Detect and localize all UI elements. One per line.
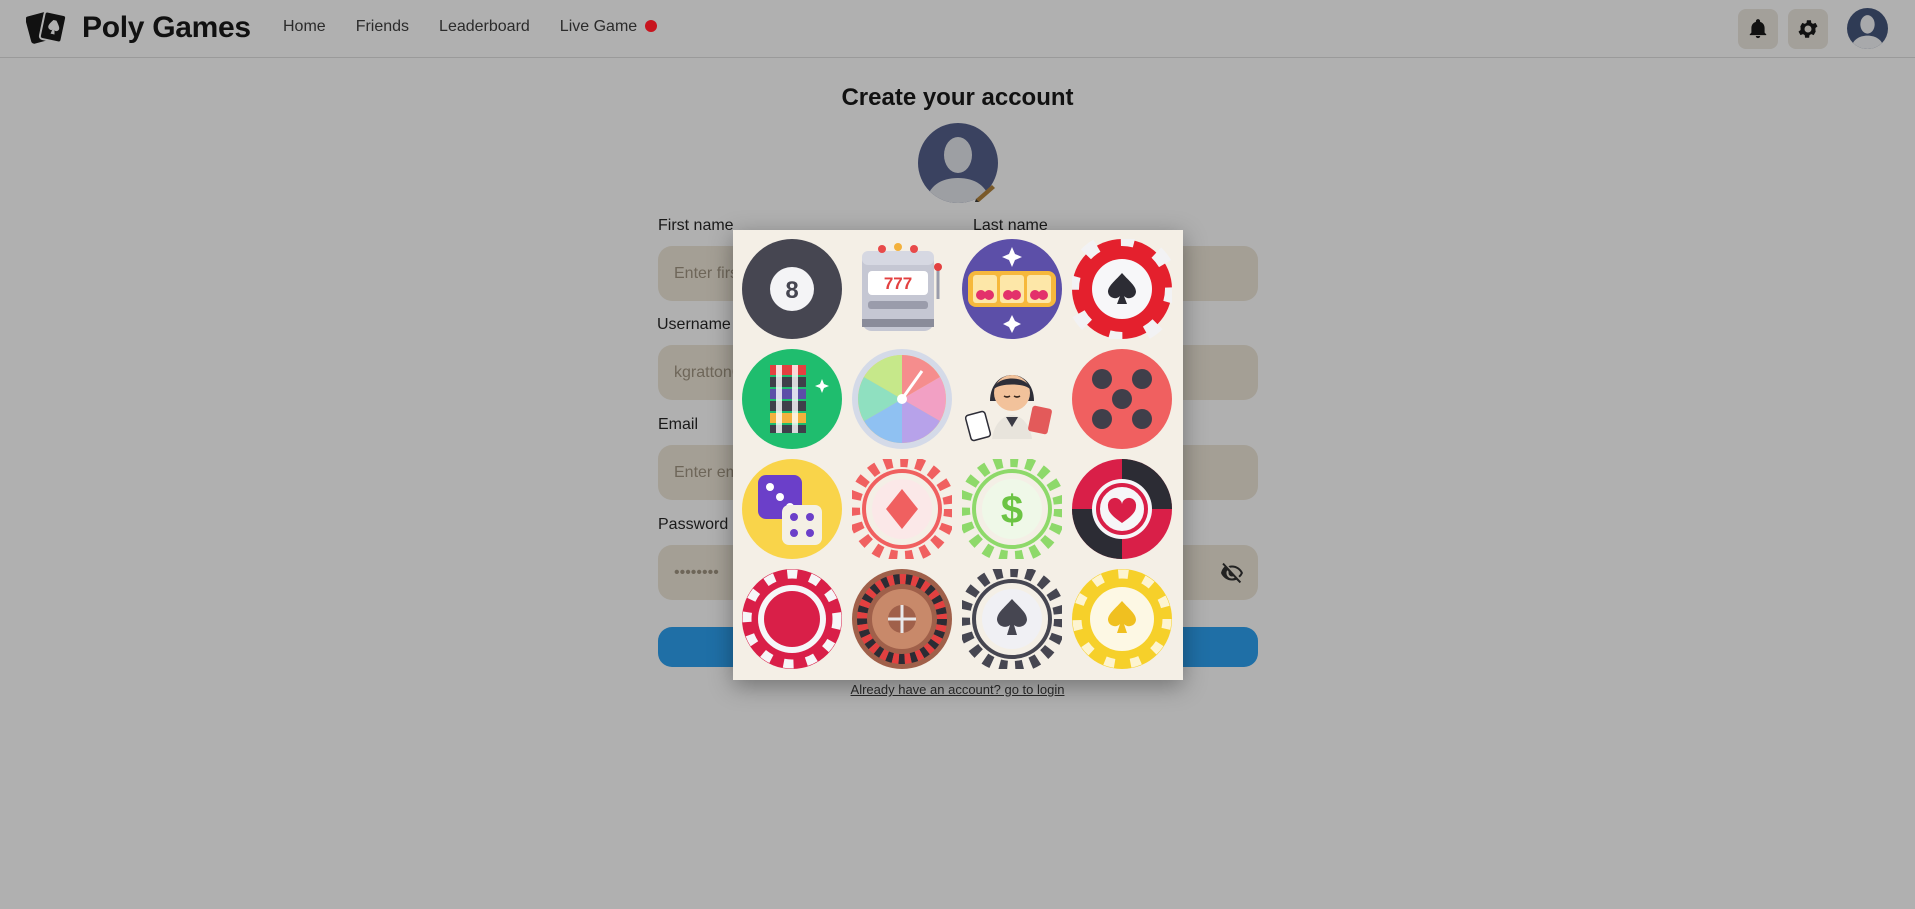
chip-stack-icon — [742, 349, 842, 449]
dollar-chip-icon: $ — [962, 459, 1062, 559]
nav-home[interactable]: Home — [283, 18, 326, 36]
avatar-option-dice-face[interactable] — [1072, 349, 1172, 449]
svg-text:777: 777 — [884, 274, 912, 293]
diamond-chip-icon — [852, 459, 952, 559]
user-avatar-icon — [1847, 8, 1888, 49]
svg-text:8: 8 — [785, 277, 798, 304]
nav-leaderboard[interactable]: Leaderboard — [439, 18, 530, 36]
avatar-option-slot-machine[interactable]: 777 — [852, 239, 952, 339]
roulette-wheel-icon — [852, 569, 952, 669]
heart-chip-icon — [1072, 459, 1172, 559]
red-chip-icon — [742, 569, 842, 669]
spade-chip-dark-icon — [962, 569, 1062, 669]
dice-face-icon — [1072, 349, 1172, 449]
eye-off-icon[interactable] — [1220, 561, 1244, 585]
avatar-option-diamond-chip[interactable] — [852, 459, 952, 559]
gear-icon — [1798, 20, 1818, 38]
settings-button[interactable] — [1788, 9, 1828, 49]
prize-wheel-icon — [852, 349, 952, 449]
first-name-label: First name — [658, 217, 734, 234]
svg-text:$: $ — [1001, 488, 1023, 532]
avatar-option-prize-wheel[interactable] — [852, 349, 952, 449]
eight-ball-icon: 8 — [742, 239, 842, 339]
brand-name: Poly Games — [82, 11, 251, 44]
spade-chip-gold-icon — [1072, 569, 1172, 669]
pencil-icon[interactable] — [972, 180, 998, 202]
avatar-option-spade-chip-gold[interactable] — [1072, 569, 1172, 669]
avatar-option-dollar-chip[interactable]: $ — [962, 459, 1062, 559]
avatar-option-spade-chip-dark[interactable] — [962, 569, 1062, 669]
username-label: Username — [657, 316, 731, 333]
avatar-picker-modal: 8 777 $ — [733, 230, 1183, 680]
card-player-icon — [964, 375, 1052, 442]
avatar-option-cherries-slot[interactable] — [962, 239, 1062, 339]
password-label: Password — [658, 516, 729, 533]
nav-live-game[interactable]: Live Game — [559, 18, 658, 36]
cherries-slot-icon — [962, 239, 1062, 339]
dice-pair-icon — [742, 459, 842, 559]
avatar-option-heart-chip[interactable] — [1072, 459, 1172, 559]
live-indicator-dot — [645, 20, 658, 32]
avatar-option-red-chip[interactable] — [742, 569, 842, 669]
spade-chip-icon — [1072, 239, 1172, 339]
nav-live-game-label: Live Game — [559, 18, 638, 35]
brand[interactable]: Poly Games — [26, 8, 251, 48]
nav-friends[interactable]: Friends — [356, 18, 409, 36]
cards-logo-icon — [26, 10, 68, 44]
notifications-button[interactable] — [1738, 9, 1778, 49]
avatar-option-spade-chip-red[interactable] — [1072, 239, 1172, 339]
email-label: Email — [658, 416, 699, 433]
page-title: Create your account — [841, 84, 1074, 111]
avatar-option-chip-stack[interactable] — [742, 349, 842, 449]
go-to-login-link[interactable]: Already have an account? go to login — [0, 682, 1915, 697]
avatar-option-dice-pair[interactable] — [742, 459, 842, 559]
profile-avatar[interactable] — [1847, 8, 1888, 49]
bell-icon — [1749, 19, 1767, 39]
avatar-option-roulette-wheel[interactable] — [852, 569, 952, 669]
top-navbar: Poly Games Home Friends Leaderboard Live… — [0, 0, 1915, 58]
avatar-option-eight-ball[interactable]: 8 — [742, 239, 842, 339]
nav-links: Home Friends Leaderboard Live Game — [283, 18, 687, 36]
slot-machine-icon: 777 — [862, 243, 942, 331]
avatar-option-card-player[interactable] — [962, 349, 1062, 449]
